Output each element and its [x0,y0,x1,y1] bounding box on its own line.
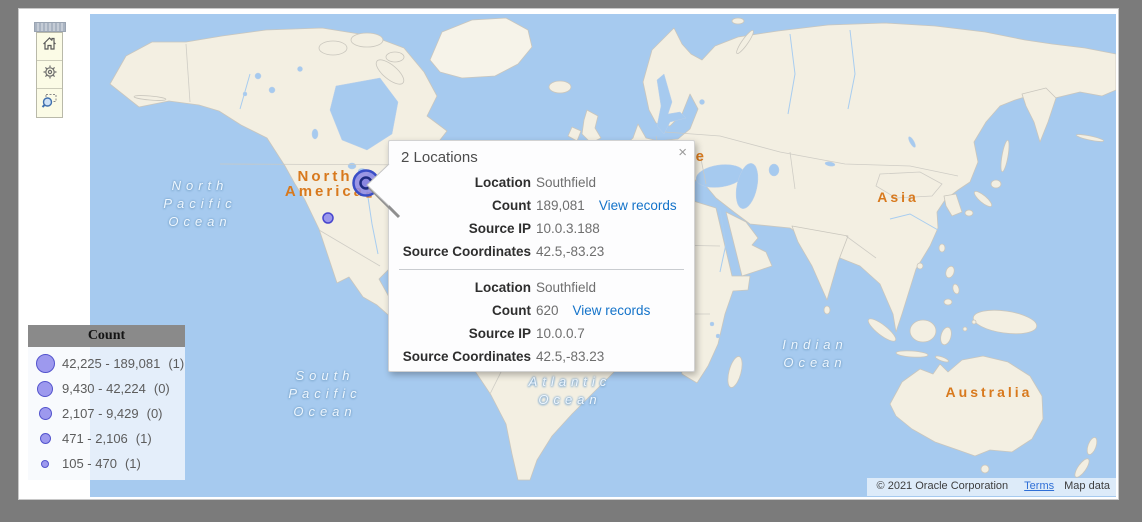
legend-panel: Count 42,225 - 189,081 (1) 9,430 - 42,22… [28,325,185,480]
info-popup: 2 Locations × Location Southfield Count … [388,140,695,372]
field-label: Location [474,175,531,190]
home-icon [41,36,58,57]
gear-icon [42,64,58,85]
copyright-text: © 2021 Oracle Corporation [876,480,1009,492]
field-label: Count [492,303,531,318]
legend-bubble-icon [38,407,52,420]
toolbar-drag-handle[interactable] [34,22,66,32]
legend-bubble-icon [41,459,49,468]
field-label: Source Coordinates [402,349,531,364]
field-value: 189,081 [536,198,585,213]
legend-bubble-icon [37,380,53,397]
marquee-zoom-icon [41,93,58,114]
legend-item: 105 - 470 (1) [28,451,185,476]
map-toolbar [36,32,63,118]
field-value: 620 [536,303,559,318]
home-button[interactable] [37,33,62,61]
field-label: Source Coordinates [402,244,531,259]
field-label: Source IP [468,326,531,341]
close-icon[interactable]: × [678,145,687,160]
legend-bubble-icon [39,433,51,444]
settings-button[interactable] [37,61,62,89]
legend-item: 471 - 2,106 (1) [28,426,185,451]
legend-item: 42,225 - 189,081 (1) [28,351,185,376]
field-value: 42.5,-83.23 [536,349,605,364]
field-value: Southfield [536,280,597,295]
record-divider [399,269,684,270]
terms-link[interactable]: Terms [1024,480,1054,492]
map-data-text: Map data [1064,480,1110,492]
marker-southfield-selected[interactable] [359,176,373,190]
legend-body: 42,225 - 189,081 (1) 9,430 - 42,224 (0) … [28,347,185,480]
popup-title: 2 Locations [401,149,478,166]
field-label: Count [492,198,531,213]
view-records-link[interactable]: View records [599,194,677,217]
map-panel: North Pacific Ocean South Pacific Ocean … [18,8,1119,500]
field-value: Southfield [536,175,597,190]
field-label: Location [474,280,531,295]
map-attribution: © 2021 Oracle Corporation Terms Map data [866,478,1116,496]
marker-small-count[interactable] [322,212,334,224]
popup-record: Location Southfield Count 189,081 View r… [389,169,694,265]
map-viewer-window: { "toolbar": { "buttons": [ {"icon": "ho… [0,0,1142,522]
field-value: 10.0.3.188 [536,221,600,236]
field-value: 42.5,-83.23 [536,244,605,259]
legend-item: 2,107 - 9,429 (0) [28,401,185,426]
field-label: Source IP [468,221,531,236]
legend-bubble-icon [35,354,55,373]
view-records-link[interactable]: View records [573,299,651,322]
field-value: 10.0.0.7 [536,326,585,341]
popup-record: Location Southfield Count 620 View recor… [389,274,694,370]
legend-title: Count [28,325,185,347]
legend-item: 9,430 - 42,224 (0) [28,376,185,401]
zoom-to-area-button[interactable] [37,89,62,117]
